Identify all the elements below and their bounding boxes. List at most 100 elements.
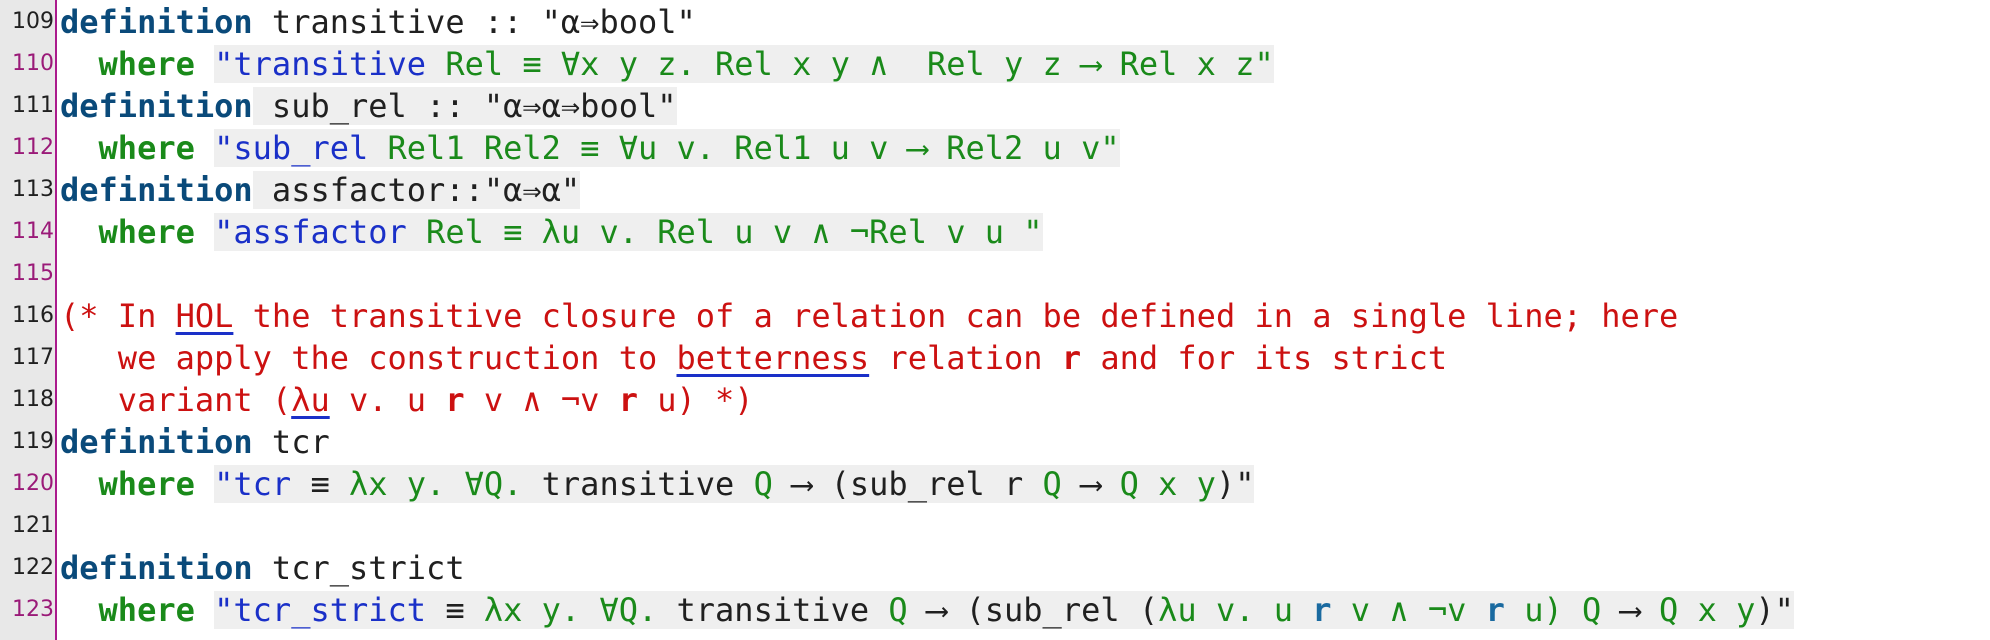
- line-number: 115: [12, 261, 54, 286]
- code-token: where: [98, 213, 195, 251]
- code-token: where: [98, 129, 195, 167]
- code-token: r: [1312, 591, 1332, 629]
- code-token: v ∧ ¬v: [464, 381, 619, 419]
- code-token: HOL: [175, 297, 234, 335]
- code-token: Rel ≡ λu v. Rel u v ∧ ¬Rel v u ": [406, 213, 1043, 251]
- code-token: and for its strict: [1081, 339, 1448, 377]
- code-token: u) *): [637, 381, 754, 419]
- string-literal: sub_rel :: "α⇒α⇒bool": [252, 87, 677, 125]
- code-token: v. u: [329, 381, 446, 419]
- code-token: "sub_rel: [214, 129, 369, 167]
- code-line[interactable]: where "tcr_strict ≡ λx y. ∀Q. transitive…: [60, 589, 1794, 631]
- code-token: Q: [1042, 465, 1062, 503]
- code-token: v ∧ ¬v: [1331, 591, 1486, 629]
- code-token: "transitive: [214, 45, 427, 83]
- code-token: r: [1485, 591, 1505, 629]
- code-token: Q: [1581, 591, 1602, 629]
- code-token: Q: [888, 591, 908, 629]
- code-token: λx y. ∀Q.: [348, 465, 523, 503]
- string-literal: assfactor::"α⇒α": [252, 171, 581, 209]
- line-number: 109: [12, 9, 54, 34]
- code-token: r: [1061, 339, 1082, 377]
- code-line[interactable]: variant (λu v. u r v ∧ ¬v r u) *): [60, 379, 754, 421]
- code-token: definition: [60, 3, 253, 41]
- string-literal: "transitive Rel ≡ ∀x y z. Rel x y ∧ Rel …: [214, 45, 1274, 83]
- code-token: variant (: [60, 381, 292, 419]
- code-token: ≡: [426, 591, 484, 629]
- code-token: Rel1 Rel2 ≡ ∀u v. Rel1 u v ⟶ Rel2 u v": [368, 129, 1120, 167]
- line-number: 114: [12, 219, 54, 244]
- code-token: u): [1504, 591, 1582, 629]
- code-token: definition: [60, 87, 253, 125]
- line-number: 120: [12, 471, 54, 496]
- code-token: ⟶: [1061, 465, 1120, 503]
- string-literal: "tcr_strict ≡ λx y. ∀Q. transitive Q ⟶ (…: [214, 591, 1794, 629]
- code-token: where: [98, 45, 195, 83]
- line-number: 112: [12, 135, 54, 160]
- code-line[interactable]: where "assfactor Rel ≡ λu v. Rel u v ∧ ¬…: [60, 211, 1043, 253]
- code-line[interactable]: (* In HOL the transitive closure of a re…: [60, 295, 1678, 337]
- code-token: ≡: [291, 465, 349, 503]
- code-token: betterness: [676, 339, 870, 377]
- code-token: (* In: [60, 297, 176, 335]
- code-token: definition: [60, 423, 253, 461]
- code-token: λx y. ∀Q.: [483, 591, 658, 629]
- code-token: ⟶ (sub_rel (: [907, 591, 1159, 629]
- code-token: assfactor::"α⇒α": [252, 171, 581, 209]
- line-number: 117: [12, 345, 54, 370]
- line-number: 121: [12, 513, 54, 538]
- code-line[interactable]: where "sub_rel Rel1 Rel2 ≡ ∀u v. Rel1 u …: [60, 127, 1120, 169]
- code-line[interactable]: definition tcr: [60, 421, 330, 463]
- code-line[interactable]: definition transitive :: "α⇒bool": [60, 1, 696, 43]
- code-token: "assfactor: [214, 213, 407, 251]
- code-token: definition: [60, 171, 253, 209]
- code-token: λu v. u: [1158, 591, 1313, 629]
- code-token: we apply the construction to: [60, 339, 677, 377]
- string-literal: "tcr ≡ λx y. ∀Q. transitive Q ⟶ (sub_rel…: [214, 465, 1255, 503]
- code-token: r: [445, 381, 465, 419]
- code-token: tcr: [252, 423, 330, 461]
- code-token: )": [1755, 591, 1794, 629]
- code-token: Q x y: [1659, 591, 1756, 629]
- code-token: α⇒bool": [560, 3, 696, 41]
- code-token: transitive: [657, 591, 889, 629]
- code-token: where: [98, 465, 195, 503]
- code-token: where: [98, 591, 195, 629]
- line-number: 119: [12, 429, 54, 454]
- code-line[interactable]: where "tcr ≡ λx y. ∀Q. transitive Q ⟶ (s…: [60, 463, 1255, 505]
- code-token: Q: [753, 465, 773, 503]
- string-literal: "sub_rel Rel1 Rel2 ≡ ∀u v. Rel1 u v ⟶ Re…: [214, 129, 1120, 167]
- code-token: ⟶: [1601, 591, 1660, 629]
- string-literal: "assfactor Rel ≡ λu v. Rel u v ∧ ¬Rel v …: [214, 213, 1043, 251]
- code-token: transitive :: ": [252, 3, 561, 41]
- line-number: 110: [12, 51, 54, 76]
- code-line[interactable]: definition tcr_strict: [60, 547, 465, 589]
- code-token: sub_rel :: "α⇒α⇒bool": [252, 87, 677, 125]
- code-token: definition: [60, 549, 253, 587]
- code-token: Q x y: [1119, 465, 1216, 503]
- code-line[interactable]: where "transitive Rel ≡ ∀x y z. Rel x y …: [60, 43, 1274, 85]
- code-token: transitive: [522, 465, 754, 503]
- gutter-border: [55, 0, 57, 640]
- code-token: Rel ≡ ∀x y z. Rel x y ∧ Rel y z ⟶ Rel x …: [426, 45, 1274, 83]
- line-number: 116: [12, 303, 54, 328]
- code-token: )": [1215, 465, 1255, 503]
- line-number: 122: [12, 555, 54, 580]
- code-line[interactable]: definition assfactor::"α⇒α": [60, 169, 581, 211]
- code-token: ⟶ (sub_rel r: [772, 465, 1043, 503]
- line-number: 123: [12, 597, 54, 622]
- code-token: tcr_strict: [252, 549, 465, 587]
- line-number: 111: [12, 93, 54, 118]
- code-line[interactable]: we apply the construction to betterness …: [60, 337, 1447, 379]
- code-line[interactable]: definition sub_rel :: "α⇒α⇒bool": [60, 85, 677, 127]
